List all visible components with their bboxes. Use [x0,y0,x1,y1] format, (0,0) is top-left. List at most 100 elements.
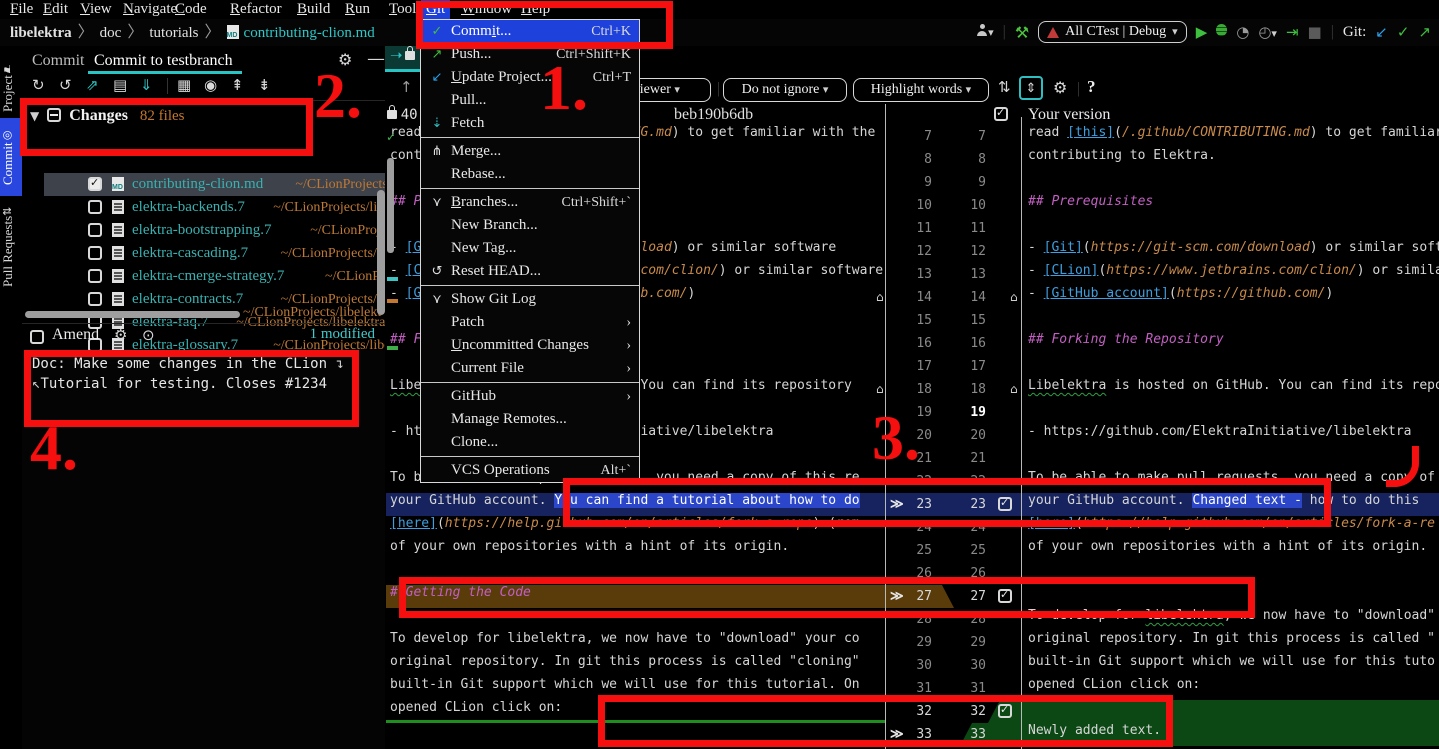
menu-item-new-branch[interactable]: New Branch... [421,214,639,237]
rollback-icon[interactable]: ↺ [59,76,72,94]
file-row[interactable]: contributing-clion.md~/CLionProjects/lib… [44,173,407,196]
right-diff-line-14[interactable]: - [GitHub account](https://github.com/) [1022,286,1439,309]
menu-item-patch[interactable]: Patch› [421,311,639,334]
gutter-row-29[interactable]: 2929 [886,631,1021,654]
file-checkbox[interactable] [88,200,102,214]
menu-item-github[interactable]: GitHub› [421,385,639,408]
gutter-row-9[interactable]: 99 [886,171,1021,194]
menu-item-uncommitted-changes[interactable]: Uncommitted Changes› [421,334,639,357]
refresh-icon[interactable]: ↻ [32,76,45,94]
left-diff-line-29[interactable]: original repository. In git this process… [386,654,885,677]
right-diff-line-8[interactable]: contributing to Elektra. [1022,148,1439,171]
menu-code[interactable]: Code [170,0,212,19]
menu-item-new-tag[interactable]: New Tag... [421,237,639,260]
gutter-row-16[interactable]: 1616 [886,332,1021,355]
group-by-icon[interactable]: ▦ [177,76,191,94]
breadcrumb-item[interactable]: libelektra [10,25,72,41]
previous-change-icon[interactable]: ↑ [400,78,413,96]
amend-checkbox[interactable] [30,330,44,344]
gutter-row-30[interactable]: 3030 [886,654,1021,677]
file-checkbox[interactable] [88,177,102,191]
left-diff-line-25[interactable]: of your own repositories with a hint of … [386,539,885,562]
show-diff-icon[interactable]: ⇗ [86,76,99,94]
right-diff-line-7[interactable]: read [this](/.github/CONTRIBUTING.md) to… [1022,125,1439,148]
menu-item-rebase[interactable]: Rebase... [421,163,639,186]
menu-edit[interactable]: Edit [38,0,73,19]
gutter-row-8[interactable]: 88 [886,148,1021,171]
menu-item-branches[interactable]: Branches...⋎Ctrl+Shift+` [421,191,639,214]
menu-view[interactable]: View [75,0,117,19]
gutter-row-14[interactable]: 1414 [886,286,1021,309]
editor-scrollbar[interactable] [387,158,394,253]
profiler-button[interactable]: ◔ [1236,23,1249,41]
menu-item-update-project[interactable]: Update Project...↙Ctrl+T [421,66,639,89]
breadcrumb-file[interactable]: contributing-clion.md [244,25,375,41]
sync-scroll-toggle[interactable]: ⇕ [1019,76,1043,100]
gutter-row-25[interactable]: 2525 [886,539,1021,562]
git-update-icon[interactable]: ↙ [1375,23,1388,41]
sidebar-item-project[interactable]: Project⚑ [0,48,22,126]
gutter-row-7[interactable]: 77 [886,125,1021,148]
menu-file[interactable]: File [5,0,38,19]
attach-process-icon[interactable]: ⇥ [1286,23,1299,41]
menu-item-reset-head[interactable]: Reset HEAD...↺ [421,260,639,283]
menu-build[interactable]: Build [292,0,335,19]
coverage-button[interactable]: ◴▾ [1258,23,1277,42]
menu-item-fetch[interactable]: Fetch⇣ [421,112,639,135]
tab-commit[interactable]: Commit [32,52,84,70]
fold-marker-icon[interactable]: ⌂ [876,382,884,396]
file-checkbox[interactable] [88,269,102,283]
file-row[interactable]: elektra-bootstrapping.7~/CLionProjects/l… [44,219,407,242]
git-push-icon[interactable]: ↗ [1418,23,1431,41]
right-diff-line-30[interactable]: built-in Git support which we will use f… [1022,654,1439,677]
right-diff-line-18[interactable]: Libelektra is hosted on GitHub. You can … [1022,378,1439,401]
fold-marker-icon[interactable]: ⌂ [876,290,884,304]
menu-item-pull[interactable]: Pull... [421,89,639,112]
right-diff-line-20[interactable]: - https://github.com/ElektraInitiative/l… [1022,424,1439,447]
file-checkbox[interactable] [88,223,102,237]
menu-item-show-git-log[interactable]: Show Git Log⋎ [421,288,639,311]
your-version-checkbox[interactable] [994,107,1008,121]
gutter-row-10[interactable]: 1010 [886,194,1021,217]
collapse-all-icon[interactable]: ⇟ [258,76,271,94]
vertical-scrollbar[interactable] [377,190,385,315]
preview-diff-icon[interactable]: ◉ [204,76,217,94]
horizontal-scrollbar[interactable] [25,311,240,318]
highlight-mode-select[interactable]: Highlight words ▾ [853,78,989,102]
ignore-policy-select[interactable]: Do not ignore ▾ [723,78,847,102]
gear-icon[interactable]: ⚙ [1053,78,1067,97]
menu-item-manage-remotes[interactable]: Manage Remotes... [421,408,639,431]
right-diff-line-16[interactable]: ## Forking the Repository [1022,332,1439,355]
menu-run[interactable]: Run [340,0,375,19]
gutter-row-18[interactable]: 1818 [886,378,1021,401]
breadcrumb-item[interactable]: tutorials [149,25,198,41]
gutter-row-11[interactable]: 1111 [886,217,1021,240]
fold-marker-icon[interactable]: ⌂ [1010,382,1018,396]
menu-item-clone[interactable]: Clone... [421,431,639,454]
menu-item-current-file[interactable]: Current File› [421,357,639,380]
file-row[interactable]: elektra-cascading.7~/CLionProjects/libel… [44,242,407,265]
build-hammer-icon[interactable]: ⚒ [1015,23,1029,42]
debug-button[interactable] [1216,23,1227,41]
gutter-row-15[interactable]: 1515 [886,309,1021,332]
help-button[interactable]: ? [1087,77,1096,97]
gutter-row-17[interactable]: 1717 [886,355,1021,378]
sidebar-item-commit[interactable]: Commit◎ [0,118,22,196]
file-row[interactable]: elektra-backends.7~/CLionProjects/libele… [44,196,407,219]
expand-all-icon[interactable]: ⇞ [231,76,244,94]
menu-item-merge[interactable]: Merge...⋔ [421,140,639,163]
right-diff-line-29[interactable]: original repository. In git this process… [1022,631,1439,654]
run-configuration-select[interactable]: All CTest | Debug ▾ [1038,21,1187,43]
right-diff-line-25[interactable]: of your own repositories with a hint of … [1022,539,1439,562]
run-button[interactable]: ▶ [1196,23,1208,41]
shelve-icon[interactable]: ⇓ [140,76,153,94]
hide-panel-icon[interactable]: — [368,50,384,68]
changelist-icon[interactable]: ▤ [113,76,127,94]
file-checkbox[interactable] [88,246,102,260]
menu-refactor[interactable]: Refactor [225,0,287,19]
file-row[interactable]: elektra-cmerge-strategy.7~/CLionProjects… [44,265,407,288]
gear-icon[interactable]: ⚙ [114,326,127,344]
left-diff-line-28[interactable]: To develop for libelektra, we now have t… [386,631,885,654]
right-diff-line-10[interactable]: ## Prerequisites [1022,194,1439,217]
fold-marker-icon[interactable]: ⌂ [1010,290,1018,304]
